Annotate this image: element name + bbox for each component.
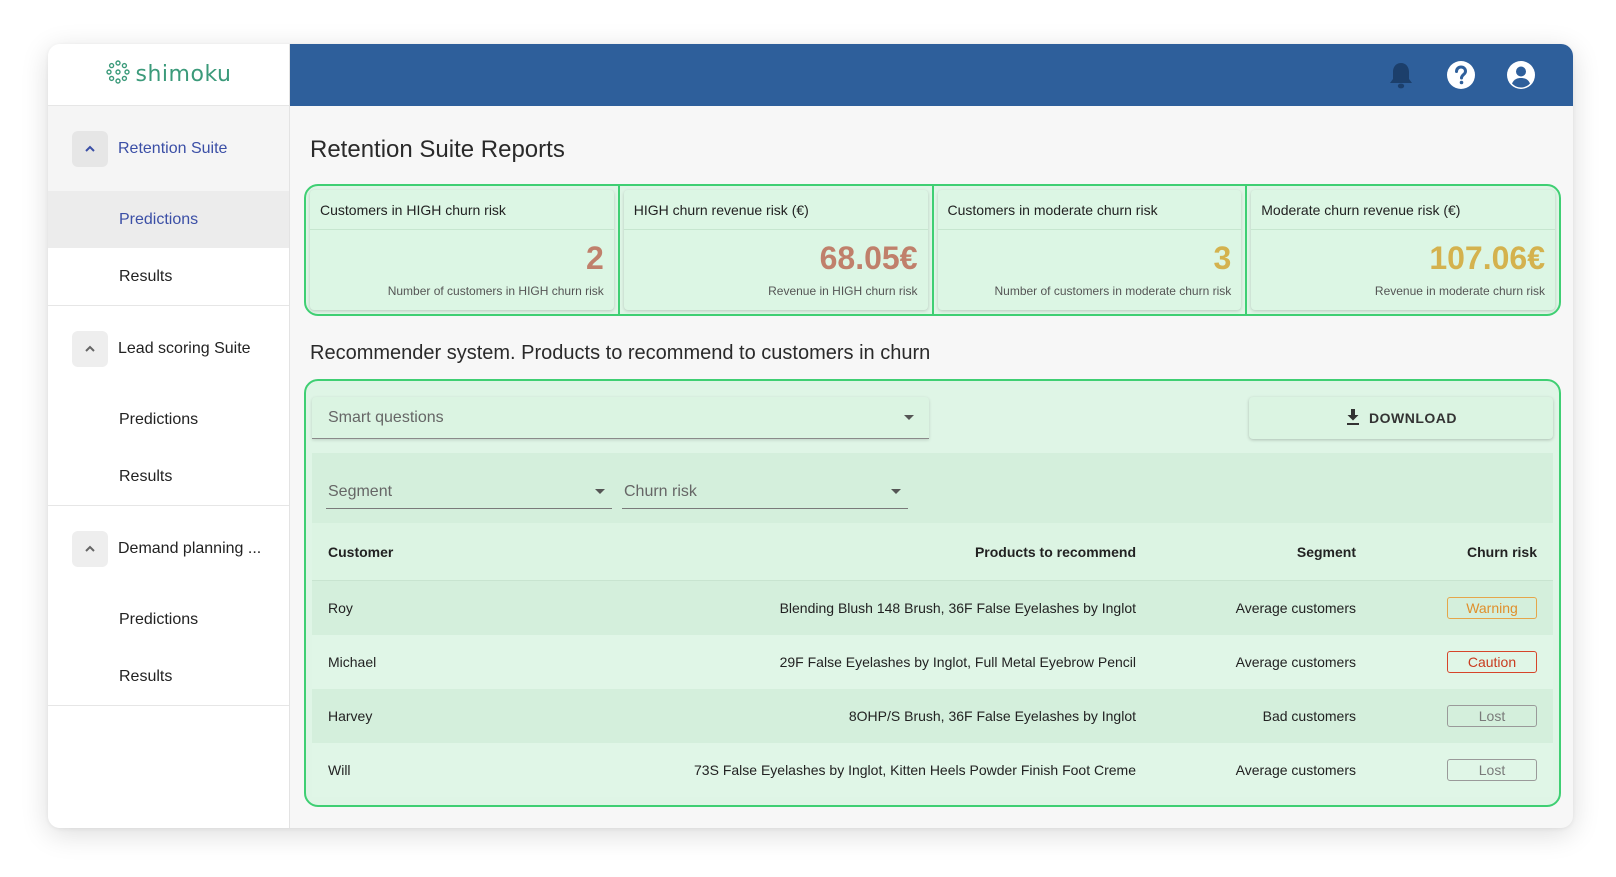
- chevron-up-icon[interactable]: [72, 330, 108, 367]
- kpi-card: Moderate churn revenue risk (€) 107.06€ …: [1247, 186, 1559, 314]
- column-header-customer[interactable]: Customer: [312, 544, 612, 560]
- suite-retention: Retention Suite Predictions Results: [48, 106, 289, 306]
- page-title: Retention Suite Reports: [310, 136, 565, 163]
- sidebar: shimoku Retention Suite Predictions Resu…: [48, 44, 290, 828]
- kpi-description: Revenue in HIGH churn risk: [768, 284, 918, 298]
- table-header: Customer Products to recommend Segment C…: [312, 523, 1553, 581]
- column-header-churn[interactable]: Churn risk: [1356, 544, 1553, 560]
- cell-products: 8OHP/S Brush, 36F False Eyelashes by Ing…: [848, 708, 1136, 724]
- chevron-up-icon[interactable]: [72, 530, 108, 567]
- kpi-row: Customers in HIGH churn risk 2 Number of…: [304, 184, 1561, 316]
- kpi-value: 2: [585, 240, 604, 276]
- sidebar-item-lead-predictions[interactable]: Predictions: [48, 391, 289, 448]
- help-icon[interactable]: [1445, 59, 1477, 91]
- churn-badge: Caution: [1447, 651, 1537, 673]
- cell-customer: Harvey: [328, 708, 373, 724]
- kpi-title: Customers in moderate churn risk: [937, 190, 1242, 230]
- download-label: DOWNLOAD: [1369, 410, 1457, 426]
- sidebar-item-demand-results[interactable]: Results: [48, 648, 289, 705]
- kpi-card: Customers in moderate churn risk 3 Numbe…: [934, 186, 1248, 314]
- kpi-description: Number of customers in moderate churn ri…: [994, 284, 1232, 298]
- section-title: Recommender system. Products to recommen…: [310, 342, 931, 364]
- suite-demand-planning: Demand planning ... Predictions Results: [48, 506, 289, 706]
- bell-icon[interactable]: [1385, 59, 1417, 91]
- segment-filter-label: Segment: [328, 482, 393, 500]
- recommender-panel: Smart questions DOWNLOAD Segment Churn r…: [304, 379, 1561, 807]
- cell-segment: Bad customers: [1262, 708, 1356, 724]
- kpi-title: HIGH churn revenue risk (€): [623, 190, 928, 230]
- table-row[interactable]: Michael 29F False Eyelashes by Inglot, F…: [312, 635, 1553, 689]
- smart-questions-select[interactable]: Smart questions: [312, 397, 929, 439]
- shimoku-logo-icon: [105, 60, 130, 89]
- caret-down-icon: [594, 483, 606, 501]
- logo[interactable]: shimoku: [48, 44, 289, 106]
- caret-down-icon: [890, 483, 902, 501]
- top-bar: [290, 44, 1573, 106]
- cell-products: 29F False Eyelashes by Inglot, Full Meta…: [779, 654, 1136, 670]
- cell-products: Blending Blush 148 Brush, 36F False Eyel…: [779, 600, 1136, 616]
- suite-header-demand-planning[interactable]: Demand planning ...: [48, 506, 289, 591]
- churn-badge: Lost: [1447, 759, 1537, 781]
- table-body: Roy Blending Blush 148 Brush, 36F False …: [312, 581, 1553, 797]
- column-header-products[interactable]: Products to recommend: [612, 544, 1136, 560]
- segment-filter[interactable]: Segment: [326, 475, 612, 509]
- column-header-segment[interactable]: Segment: [1136, 544, 1356, 560]
- churn-filter-label: Churn risk: [624, 482, 697, 500]
- kpi-title: Customers in HIGH churn risk: [310, 190, 614, 230]
- cell-customer: Michael: [328, 654, 377, 670]
- app-window: shimoku Retention Suite Predictions Resu…: [48, 44, 1573, 828]
- suite-label: Retention Suite: [118, 139, 228, 157]
- cell-segment: Average customers: [1235, 600, 1356, 616]
- table-row[interactable]: Roy Blending Blush 148 Brush, 36F False …: [312, 581, 1553, 635]
- kpi-card: Customers in HIGH churn risk 2 Number of…: [306, 186, 620, 314]
- kpi-description: Number of customers in HIGH churn risk: [387, 284, 604, 298]
- kpi-description: Revenue in moderate churn risk: [1374, 284, 1545, 298]
- kpi-value: 3: [1213, 240, 1232, 276]
- sidebar-item-retention-results[interactable]: Results: [48, 248, 289, 305]
- sidebar-item-retention-predictions[interactable]: Predictions: [48, 191, 289, 248]
- chevron-up-icon[interactable]: [72, 130, 108, 167]
- kpi-title: Moderate churn revenue risk (€): [1251, 190, 1555, 230]
- cell-products: 73S False Eyelashes by Inglot, Kitten He…: [694, 762, 1136, 778]
- kpi-value: 68.05€: [819, 240, 918, 276]
- kpi-value: 107.06€: [1429, 240, 1545, 276]
- churn-risk-filter[interactable]: Churn risk: [622, 475, 908, 509]
- suite-label: Demand planning ...: [118, 539, 262, 557]
- suite-header-retention[interactable]: Retention Suite: [48, 106, 289, 191]
- download-button[interactable]: DOWNLOAD: [1249, 397, 1553, 439]
- caret-down-icon: [903, 409, 915, 427]
- table-row[interactable]: Harvey 8OHP/S Brush, 36F False Eyelashes…: [312, 689, 1553, 743]
- main-content: Retention Suite Reports Customers in HIG…: [290, 106, 1573, 828]
- account-icon[interactable]: [1505, 59, 1537, 91]
- churn-badge: Lost: [1447, 705, 1537, 727]
- suite-lead-scoring: Lead scoring Suite Predictions Results: [48, 306, 289, 506]
- kpi-card: HIGH churn revenue risk (€) 68.05€ Reven…: [620, 186, 934, 314]
- table-row[interactable]: Will 73S False Eyelashes by Inglot, Kitt…: [312, 743, 1553, 797]
- filters-bar: Segment Churn risk: [312, 453, 1553, 523]
- suite-label: Lead scoring Suite: [118, 339, 251, 357]
- logo-text: shimoku: [135, 62, 232, 87]
- sidebar-item-demand-predictions[interactable]: Predictions: [48, 591, 289, 648]
- suite-header-lead-scoring[interactable]: Lead scoring Suite: [48, 306, 289, 391]
- smart-questions-label: Smart questions: [328, 408, 444, 426]
- cell-customer: Will: [328, 762, 351, 778]
- download-icon: [1345, 408, 1361, 429]
- recommendations-table: Customer Products to recommend Segment C…: [312, 523, 1553, 797]
- cell-customer: Roy: [328, 600, 353, 616]
- churn-badge: Warning: [1447, 597, 1537, 619]
- cell-segment: Average customers: [1235, 762, 1356, 778]
- sidebar-item-lead-results[interactable]: Results: [48, 448, 289, 505]
- cell-segment: Average customers: [1235, 654, 1356, 670]
